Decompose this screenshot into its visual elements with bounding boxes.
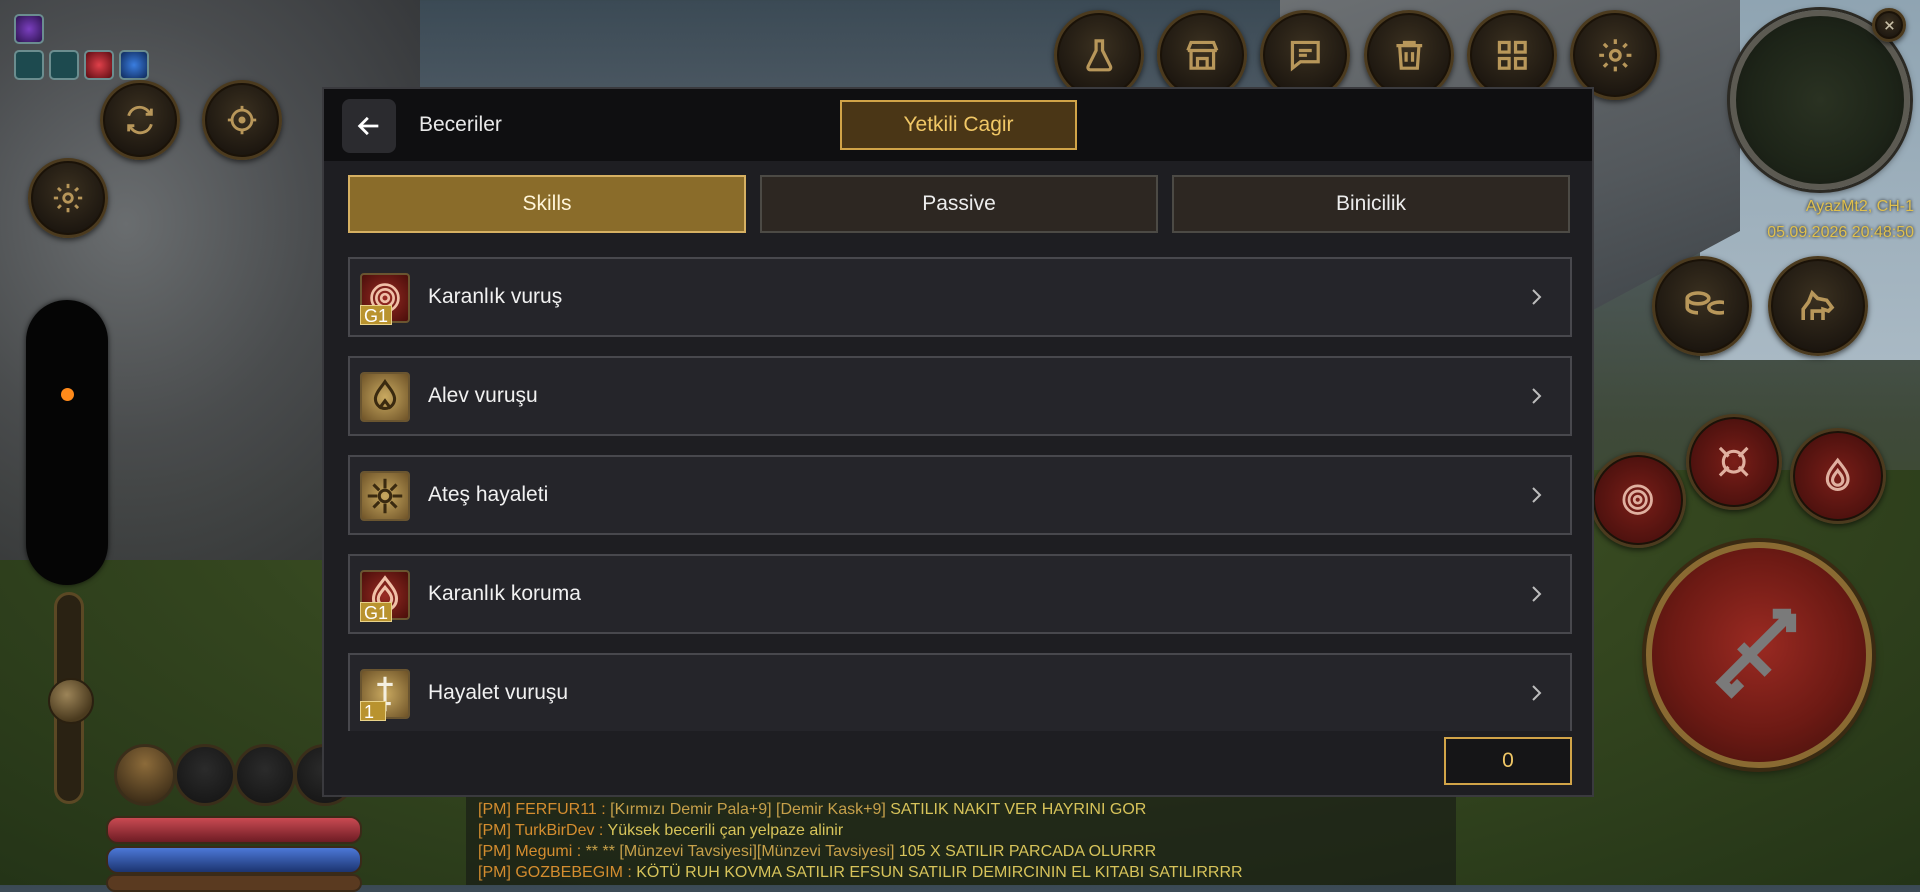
chevron-right-icon — [1532, 289, 1542, 305]
skill-points-counter: 0 — [1444, 737, 1572, 785]
trash-icon — [1396, 40, 1422, 70]
gear-icon — [53, 183, 83, 213]
chevron-right-icon — [1532, 487, 1542, 503]
minimap-close-button[interactable] — [1872, 8, 1906, 42]
skill-name: Ateş hayaleti — [428, 483, 549, 506]
buff-save-icon[interactable] — [14, 50, 44, 80]
chat-line: [PM] FERFUR11 : [Kırmızı Demir Pala+9] [… — [478, 801, 1147, 818]
shop-icon — [1186, 40, 1218, 70]
skill-level-badge: 1 — [360, 701, 386, 722]
red-potion-icon[interactable] — [84, 50, 114, 80]
skill-name: Alev vuruşu — [428, 384, 538, 407]
attack-button[interactable] — [1646, 542, 1872, 768]
chat-line: [PM] TurkBirDev : Yüksek becerili çan ye… — [478, 822, 844, 839]
coin-stack-icon — [1685, 291, 1724, 316]
chat-line: [PM] GOZBEBEGIM : KÖTÜ RUH KOVMA SATILIR… — [478, 864, 1243, 881]
skill-tabs: Skills Passive Binicilik — [348, 175, 1572, 233]
skill-name: Karanlık koruma — [428, 582, 581, 605]
skill-row[interactable]: Alev vuruşu — [348, 356, 1572, 436]
skills-window: Beceriler Yetkili Cagir Skills Passive B… — [322, 87, 1594, 797]
camera-zoom-handle[interactable] — [48, 678, 94, 724]
window-title: Beceriler — [419, 113, 502, 136]
skill-row[interactable]: 1 Hayalet vuruşu — [348, 653, 1572, 731]
chevron-right-icon — [1532, 685, 1542, 701]
sword-icon — [1715, 608, 1797, 699]
health-bar — [106, 816, 362, 844]
quickslot-1[interactable] — [114, 744, 176, 806]
back-button[interactable] — [342, 99, 396, 153]
quickslot-2[interactable] — [174, 744, 236, 806]
skill-grade-badge: G1 — [360, 305, 393, 326]
tab-skills[interactable]: Skills — [348, 175, 746, 233]
skill-row[interactable]: G1 Karanlık vuruş — [348, 257, 1572, 337]
pet-button[interactable] — [1652, 256, 1752, 356]
skill-row[interactable]: Ateş hayaleti — [348, 455, 1572, 535]
left-settings-button[interactable] — [28, 158, 108, 238]
skill-grade-badge: G1 — [360, 602, 393, 623]
potion-flask-icon — [1086, 38, 1112, 72]
skill-slot-swirl[interactable] — [1590, 452, 1686, 548]
movement-joystick[interactable] — [26, 300, 108, 585]
swirl-skill-icon — [1622, 484, 1654, 516]
chat-window[interactable]: [PM] FERFUR11 : [Kırmızı Demir Pala+9] [… — [466, 795, 1456, 885]
skill-list[interactable]: G1 Karanlık vuruş Alev vuruşu Ateş hayal… — [348, 257, 1572, 731]
chat-icon — [1290, 40, 1320, 72]
skill-row[interactable]: G1 Karanlık koruma — [348, 554, 1572, 634]
tab-passive[interactable]: Passive — [760, 175, 1158, 233]
fire-ghost-icon — [360, 471, 410, 521]
quickslot-3[interactable] — [234, 744, 296, 806]
blue-potion-icon[interactable] — [119, 50, 149, 80]
mana-bar — [106, 846, 362, 874]
chevron-right-icon — [1532, 586, 1542, 602]
datetime-label: 05.09.2026 20:48:50 — [1767, 224, 1914, 241]
target-lock-button[interactable] — [202, 80, 282, 160]
buff-potion-icon[interactable] — [14, 14, 44, 44]
grid-menu-icon — [1497, 40, 1527, 70]
call-gm-button[interactable]: Yetkili Cagir — [840, 100, 1077, 150]
tab-binicilik[interactable]: Binicilik — [1172, 175, 1570, 233]
buff-hand-icon[interactable] — [49, 50, 79, 80]
location-label: AyazMt2, CH-1 — [1805, 198, 1914, 215]
crosshair-icon — [227, 105, 257, 135]
swap-icon — [127, 105, 153, 135]
chat-line: [PM] Megumi : ** ** [Münzevi Tavsiyesi][… — [478, 843, 1157, 860]
swap-target-button[interactable] — [100, 80, 180, 160]
flame-strike-icon — [360, 372, 410, 422]
horse-icon — [1801, 290, 1835, 321]
skill-slot-flame[interactable] — [1790, 428, 1886, 524]
mount-button[interactable] — [1768, 256, 1868, 356]
close-icon — [1884, 20, 1894, 30]
settings-gear-icon — [1598, 38, 1632, 72]
flame-skill-icon — [1826, 457, 1850, 492]
stamina-bar — [106, 874, 362, 892]
skill-name: Karanlık vuruş — [428, 285, 563, 308]
joystick-indicator — [61, 388, 74, 401]
cross-blades-skill-icon — [1719, 447, 1749, 477]
arrow-left-icon — [357, 116, 379, 136]
skill-name: Hayalet vuruşu — [428, 681, 569, 704]
window-header: Beceriler Yetkili Cagir — [324, 89, 1592, 161]
skill-slot-cross[interactable] — [1686, 414, 1782, 510]
chevron-right-icon — [1532, 388, 1542, 404]
